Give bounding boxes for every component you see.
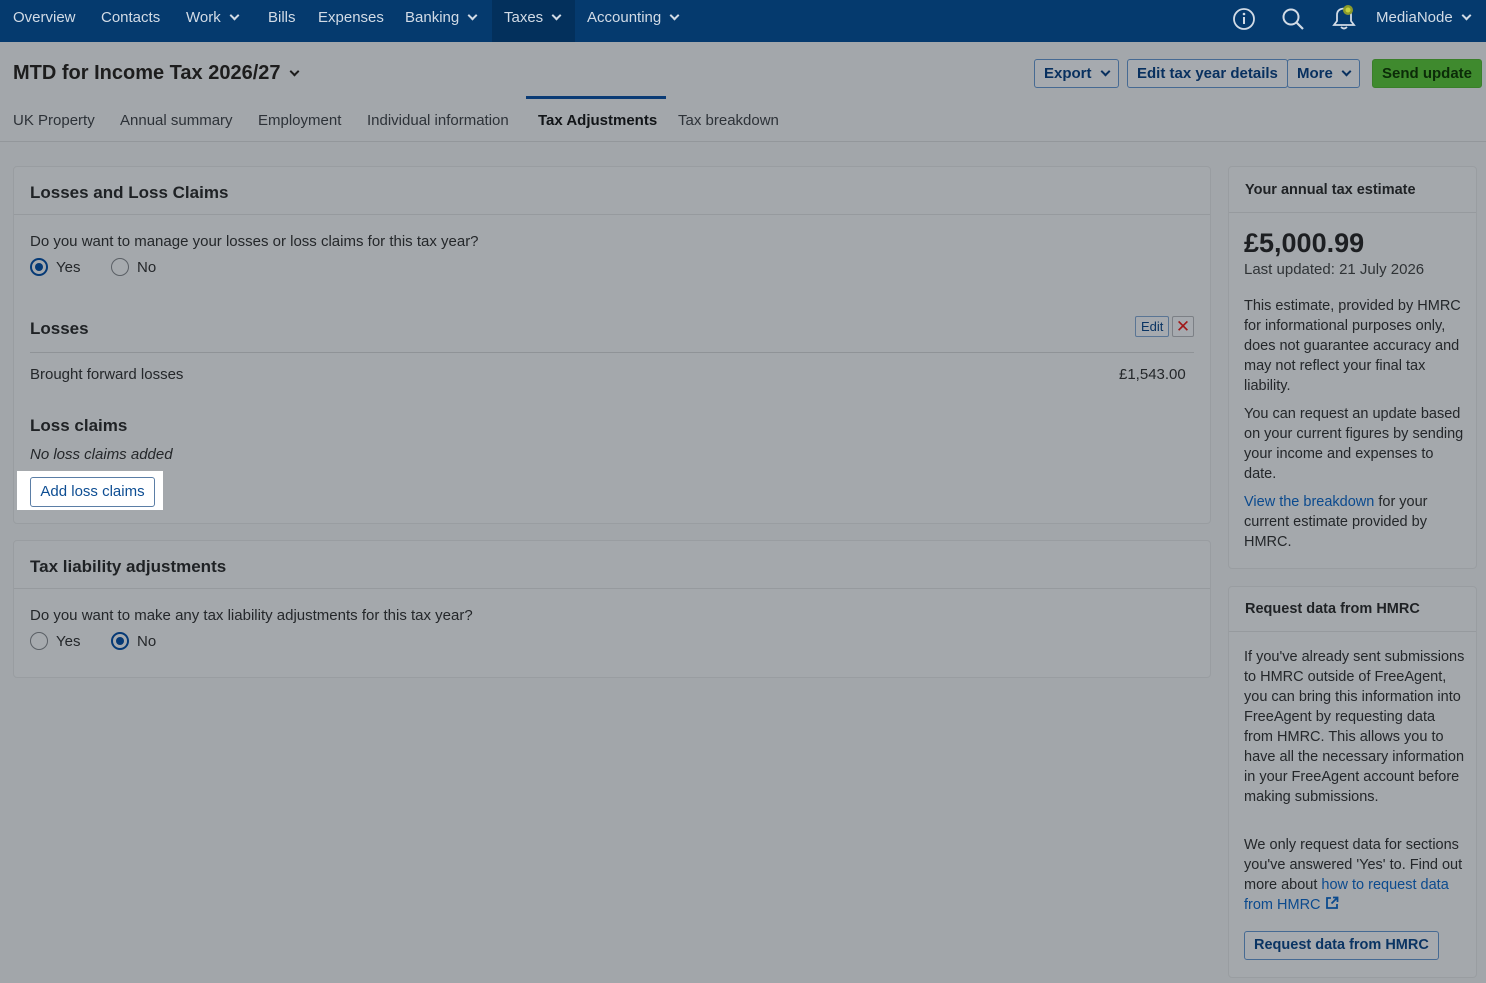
nav-contacts[interactable]: Contacts (101, 0, 160, 42)
chevron-down-icon (467, 10, 478, 21)
brought-forward-value: £1,543.00 (1119, 366, 1186, 383)
page-title: MTD for Income Tax 2026/27 (13, 62, 281, 84)
nav-banking[interactable]: Banking (405, 0, 478, 42)
request-data-button[interactable]: Request data from HMRC (1244, 931, 1439, 960)
search-icon[interactable] (1281, 7, 1305, 31)
estimate-disclaimer: This estimate, provided by HMRC for info… (1244, 298, 1461, 394)
nav-expenses[interactable]: Expenses (318, 0, 384, 42)
nav-label: Work (186, 9, 221, 26)
tab-uk-property[interactable]: UK Property (13, 112, 95, 129)
external-link-icon (1325, 896, 1338, 909)
nav-taxes[interactable]: Taxes (492, 0, 575, 42)
losses-no-label[interactable]: No (137, 259, 156, 276)
tax-estimate-amount: £5,000.99 (1244, 228, 1365, 258)
loss-claims-heading: Loss claims (30, 416, 128, 435)
account-menu[interactable]: MediaNode (1376, 0, 1472, 42)
liability-panel-title: Tax liability adjustments (14, 541, 1210, 589)
chevron-down-icon (551, 10, 562, 21)
more-label: More (1297, 65, 1333, 82)
liability-yes-label[interactable]: Yes (56, 633, 80, 650)
losses-yes-radio[interactable] (30, 258, 48, 276)
edit-tax-year-button[interactable]: Edit tax year details (1127, 59, 1288, 88)
view-breakdown-link[interactable]: View the breakdown (1244, 494, 1374, 510)
active-tab-indicator (526, 96, 666, 99)
brought-forward-label: Brought forward losses (30, 366, 184, 383)
chevron-down-icon (669, 10, 680, 21)
edit-losses-button[interactable]: Edit (1135, 316, 1170, 337)
top-navigation: Overview Contacts Work Bills Expenses Ba… (0, 0, 1486, 42)
hmrc-info: If you've already sent submissions to HM… (1244, 649, 1465, 805)
nav-label: Expenses (318, 9, 384, 26)
tab-tax-adjustments[interactable]: Tax Adjustments (538, 112, 657, 129)
nav-label: Accounting (587, 9, 662, 26)
nav-label: Contacts (101, 9, 161, 26)
close-icon: ✕ (1175, 317, 1191, 336)
add-loss-claims-button[interactable]: Add loss claims (30, 477, 155, 507)
breakdown-info: View the breakdown for your current esti… (1244, 492, 1466, 552)
last-updated: Last updated: 21 July 2026 (1244, 261, 1425, 278)
losses-panel: Losses and Loss Claims (13, 166, 1211, 524)
more-button[interactable]: More (1287, 59, 1360, 88)
chevron-down-icon (1461, 10, 1472, 21)
notification-bell-icon[interactable] (1329, 2, 1359, 32)
losses-heading: Losses (30, 319, 89, 338)
send-update-button[interactable]: Send update (1372, 59, 1483, 88)
nav-work[interactable]: Work (186, 0, 240, 42)
liability-question: Do you want to make any tax liability ad… (30, 607, 473, 624)
tab-individual-information[interactable]: Individual information (367, 112, 509, 129)
liability-yes-radio[interactable] (30, 632, 48, 650)
export-label: Export (1044, 65, 1092, 82)
hmrc-sections-info: We only request data for sections you've… (1244, 835, 1466, 915)
nav-overview[interactable]: Overview (13, 0, 76, 42)
losses-no-radio[interactable] (111, 258, 129, 276)
chevron-down-icon (289, 66, 299, 77)
nav-label: Overview (13, 9, 76, 26)
liability-no-label[interactable]: No (137, 633, 156, 650)
losses-yes-label[interactable]: Yes (56, 259, 80, 276)
nav-label: Taxes (504, 9, 544, 26)
chevron-down-icon (1341, 66, 1352, 77)
estimate-update-info: You can request an update based on your … (1244, 406, 1464, 482)
losses-question: Do you want to manage your losses or los… (30, 233, 479, 250)
losses-panel-title: Losses and Loss Claims (14, 167, 1210, 215)
chevron-down-icon (229, 10, 240, 21)
chevron-down-icon (1100, 66, 1110, 77)
divider (30, 352, 1194, 353)
nav-label: Banking (405, 9, 460, 26)
nav-label: Bills (268, 9, 296, 26)
request-hmrc-title: Request data from HMRC (1229, 587, 1476, 632)
tax-estimate-title: Your annual tax estimate (1229, 167, 1476, 213)
tab-employment[interactable]: Employment (258, 112, 341, 129)
delete-losses-button[interactable]: ✕ (1172, 316, 1194, 337)
no-claims-message: No loss claims added (30, 446, 173, 463)
nav-accounting[interactable]: Accounting (587, 0, 680, 42)
tax-year-selector[interactable]: MTD for Income Tax 2026/27 (13, 62, 299, 85)
nav-bills[interactable]: Bills (268, 0, 296, 42)
tab-tax-breakdown[interactable]: Tax breakdown (678, 112, 779, 129)
info-icon[interactable] (1232, 7, 1256, 31)
page-header: MTD for Income Tax 2026/27 Export Edit t… (0, 42, 1486, 142)
liability-no-radio[interactable] (111, 632, 129, 650)
export-button[interactable]: Export (1034, 59, 1119, 88)
tab-annual-summary[interactable]: Annual summary (120, 112, 233, 129)
account-name: MediaNode (1376, 9, 1453, 26)
